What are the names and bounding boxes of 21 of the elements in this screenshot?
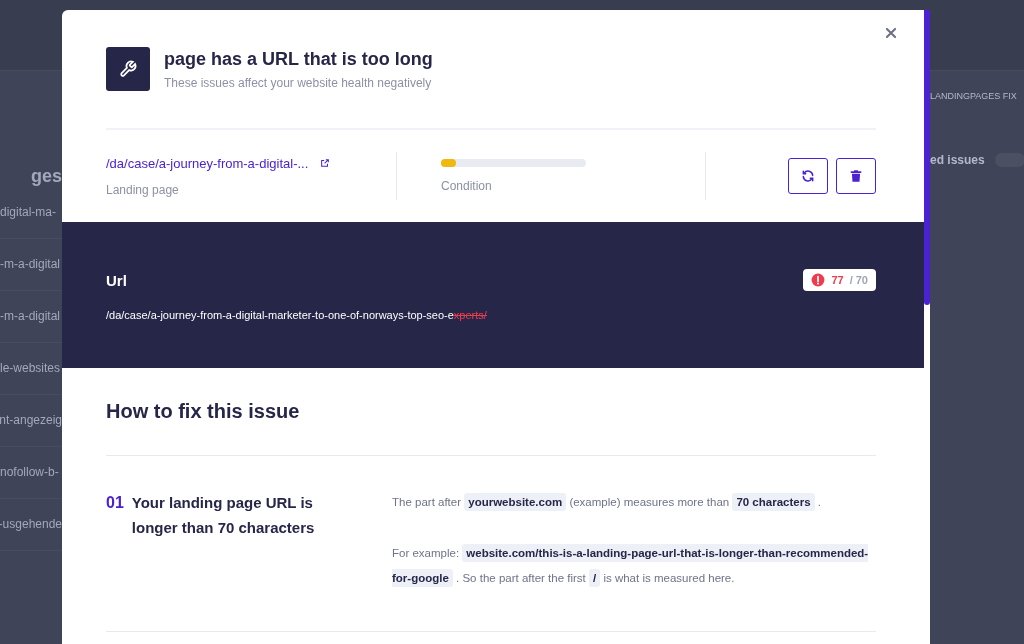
modal-title: page has a URL that is too long (164, 49, 433, 70)
page-heading: ges (29, 166, 62, 187)
condition-label: Condition (441, 179, 493, 193)
link-caption: Landing page (106, 182, 180, 197)
tab-label[interactable]: LANDINGPAGES FIX (930, 91, 1017, 101)
refresh-button[interactable] (788, 158, 828, 194)
step-number: 01 (106, 493, 124, 513)
modal-subtitle: These issues affect your website health negatively (164, 76, 433, 90)
refresh-icon (801, 169, 815, 183)
page-link[interactable]: /da/case/a-journey-from-a-digital-... (106, 155, 309, 171)
trash-icon (849, 169, 863, 183)
step-description: The part after yourwebsite.com (example) measures more than 70 characters . (392, 490, 876, 515)
url-text: /da/case/a-journey-from-a-digital-marketer-to-one-of-norways-top-seo-experts/ (106, 309, 488, 321)
step-title: Your landing page URL is longer than 70 characters (131, 493, 316, 538)
toggle-label: ed issues (930, 153, 985, 167)
length-badge: 77 / 70 (803, 269, 876, 291)
url-label: Url (106, 271, 127, 289)
wrench-icon (106, 47, 150, 91)
fix-heading: How to fix this issue (106, 368, 876, 456)
external-link-icon[interactable] (320, 158, 331, 168)
delete-button[interactable] (836, 158, 876, 194)
